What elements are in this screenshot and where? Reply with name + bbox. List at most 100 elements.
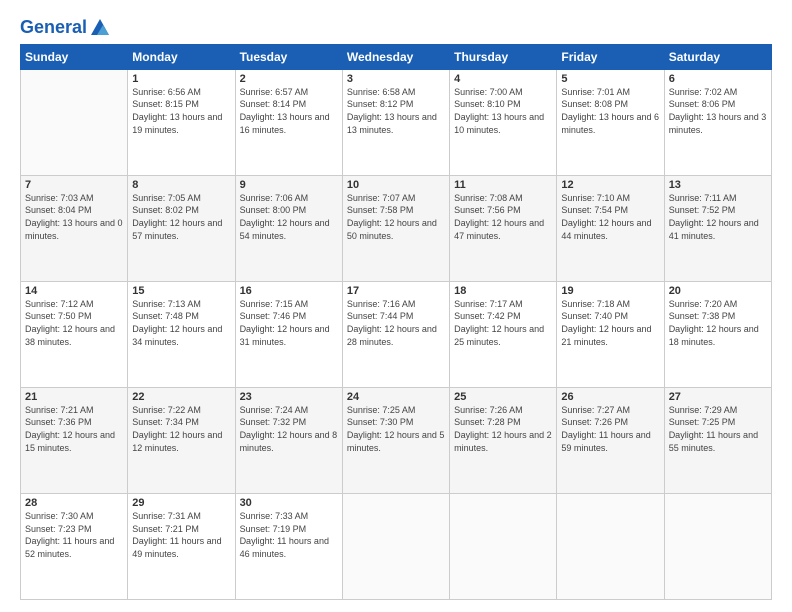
calendar-week-row: 28Sunrise: 7:30 AMSunset: 7:23 PMDayligh… <box>21 493 772 599</box>
day-info: Sunrise: 7:22 AMSunset: 7:34 PMDaylight:… <box>132 404 230 454</box>
day-info: Sunrise: 7:03 AMSunset: 8:04 PMDaylight:… <box>25 192 123 242</box>
day-info: Sunrise: 7:01 AMSunset: 8:08 PMDaylight:… <box>561 86 659 136</box>
day-info: Sunrise: 7:05 AMSunset: 8:02 PMDaylight:… <box>132 192 230 242</box>
calendar-cell: 10Sunrise: 7:07 AMSunset: 7:58 PMDayligh… <box>342 175 449 281</box>
day-number: 20 <box>669 285 767 297</box>
calendar-day-header: Tuesday <box>235 44 342 69</box>
day-number: 9 <box>240 179 338 191</box>
day-info: Sunrise: 7:33 AMSunset: 7:19 PMDaylight:… <box>240 510 338 560</box>
day-number: 22 <box>132 391 230 403</box>
calendar-cell: 18Sunrise: 7:17 AMSunset: 7:42 PMDayligh… <box>450 281 557 387</box>
day-number: 27 <box>669 391 767 403</box>
day-number: 1 <box>132 73 230 85</box>
day-info: Sunrise: 7:07 AMSunset: 7:58 PMDaylight:… <box>347 192 445 242</box>
day-info: Sunrise: 7:20 AMSunset: 7:38 PMDaylight:… <box>669 298 767 348</box>
day-info: Sunrise: 7:27 AMSunset: 7:26 PMDaylight:… <box>561 404 659 454</box>
day-info: Sunrise: 7:02 AMSunset: 8:06 PMDaylight:… <box>669 86 767 136</box>
calendar-cell: 30Sunrise: 7:33 AMSunset: 7:19 PMDayligh… <box>235 493 342 599</box>
calendar-cell: 1Sunrise: 6:56 AMSunset: 8:15 PMDaylight… <box>128 69 235 175</box>
calendar-cell: 16Sunrise: 7:15 AMSunset: 7:46 PMDayligh… <box>235 281 342 387</box>
day-info: Sunrise: 7:08 AMSunset: 7:56 PMDaylight:… <box>454 192 552 242</box>
day-info: Sunrise: 7:17 AMSunset: 7:42 PMDaylight:… <box>454 298 552 348</box>
day-number: 21 <box>25 391 123 403</box>
day-number: 25 <box>454 391 552 403</box>
calendar-cell: 3Sunrise: 6:58 AMSunset: 8:12 PMDaylight… <box>342 69 449 175</box>
day-info: Sunrise: 7:30 AMSunset: 7:23 PMDaylight:… <box>25 510 123 560</box>
day-number: 2 <box>240 73 338 85</box>
day-info: Sunrise: 7:16 AMSunset: 7:44 PMDaylight:… <box>347 298 445 348</box>
calendar-cell: 12Sunrise: 7:10 AMSunset: 7:54 PMDayligh… <box>557 175 664 281</box>
day-number: 23 <box>240 391 338 403</box>
calendar-day-header: Thursday <box>450 44 557 69</box>
day-number: 18 <box>454 285 552 297</box>
day-number: 10 <box>347 179 445 191</box>
day-number: 17 <box>347 285 445 297</box>
calendar-cell: 28Sunrise: 7:30 AMSunset: 7:23 PMDayligh… <box>21 493 128 599</box>
calendar-cell: 7Sunrise: 7:03 AMSunset: 8:04 PMDaylight… <box>21 175 128 281</box>
calendar-cell: 17Sunrise: 7:16 AMSunset: 7:44 PMDayligh… <box>342 281 449 387</box>
day-info: Sunrise: 6:57 AMSunset: 8:14 PMDaylight:… <box>240 86 338 136</box>
calendar-cell: 21Sunrise: 7:21 AMSunset: 7:36 PMDayligh… <box>21 387 128 493</box>
day-info: Sunrise: 7:00 AMSunset: 8:10 PMDaylight:… <box>454 86 552 136</box>
calendar-day-header: Wednesday <box>342 44 449 69</box>
day-info: Sunrise: 7:21 AMSunset: 7:36 PMDaylight:… <box>25 404 123 454</box>
day-number: 26 <box>561 391 659 403</box>
day-number: 3 <box>347 73 445 85</box>
calendar-cell: 24Sunrise: 7:25 AMSunset: 7:30 PMDayligh… <box>342 387 449 493</box>
calendar-cell <box>342 493 449 599</box>
day-number: 19 <box>561 285 659 297</box>
day-number: 7 <box>25 179 123 191</box>
calendar-cell <box>450 493 557 599</box>
day-number: 11 <box>454 179 552 191</box>
calendar-header-row: SundayMondayTuesdayWednesdayThursdayFrid… <box>21 44 772 69</box>
calendar-cell: 23Sunrise: 7:24 AMSunset: 7:32 PMDayligh… <box>235 387 342 493</box>
calendar-week-row: 14Sunrise: 7:12 AMSunset: 7:50 PMDayligh… <box>21 281 772 387</box>
day-info: Sunrise: 7:13 AMSunset: 7:48 PMDaylight:… <box>132 298 230 348</box>
calendar-cell: 27Sunrise: 7:29 AMSunset: 7:25 PMDayligh… <box>664 387 771 493</box>
day-number: 4 <box>454 73 552 85</box>
day-number: 15 <box>132 285 230 297</box>
day-number: 6 <box>669 73 767 85</box>
day-info: Sunrise: 7:10 AMSunset: 7:54 PMDaylight:… <box>561 192 659 242</box>
day-info: Sunrise: 7:29 AMSunset: 7:25 PMDaylight:… <box>669 404 767 454</box>
day-info: Sunrise: 7:06 AMSunset: 8:00 PMDaylight:… <box>240 192 338 242</box>
calendar-cell: 19Sunrise: 7:18 AMSunset: 7:40 PMDayligh… <box>557 281 664 387</box>
day-info: Sunrise: 7:31 AMSunset: 7:21 PMDaylight:… <box>132 510 230 560</box>
calendar-cell: 22Sunrise: 7:22 AMSunset: 7:34 PMDayligh… <box>128 387 235 493</box>
calendar-week-row: 1Sunrise: 6:56 AMSunset: 8:15 PMDaylight… <box>21 69 772 175</box>
calendar-cell: 11Sunrise: 7:08 AMSunset: 7:56 PMDayligh… <box>450 175 557 281</box>
calendar-cell: 29Sunrise: 7:31 AMSunset: 7:21 PMDayligh… <box>128 493 235 599</box>
day-info: Sunrise: 6:56 AMSunset: 8:15 PMDaylight:… <box>132 86 230 136</box>
calendar-week-row: 21Sunrise: 7:21 AMSunset: 7:36 PMDayligh… <box>21 387 772 493</box>
calendar-cell: 2Sunrise: 6:57 AMSunset: 8:14 PMDaylight… <box>235 69 342 175</box>
calendar-table: SundayMondayTuesdayWednesdayThursdayFrid… <box>20 44 772 600</box>
calendar-cell: 20Sunrise: 7:20 AMSunset: 7:38 PMDayligh… <box>664 281 771 387</box>
day-number: 29 <box>132 497 230 509</box>
day-info: Sunrise: 7:26 AMSunset: 7:28 PMDaylight:… <box>454 404 552 454</box>
calendar-day-header: Friday <box>557 44 664 69</box>
calendar-week-row: 7Sunrise: 7:03 AMSunset: 8:04 PMDaylight… <box>21 175 772 281</box>
calendar-day-header: Sunday <box>21 44 128 69</box>
page: General SundayMondayTuesdayWednesdayThur… <box>0 0 792 612</box>
day-info: Sunrise: 7:18 AMSunset: 7:40 PMDaylight:… <box>561 298 659 348</box>
calendar-cell: 5Sunrise: 7:01 AMSunset: 8:08 PMDaylight… <box>557 69 664 175</box>
calendar-cell: 13Sunrise: 7:11 AMSunset: 7:52 PMDayligh… <box>664 175 771 281</box>
calendar-cell: 14Sunrise: 7:12 AMSunset: 7:50 PMDayligh… <box>21 281 128 387</box>
day-number: 5 <box>561 73 659 85</box>
day-number: 30 <box>240 497 338 509</box>
day-number: 14 <box>25 285 123 297</box>
day-info: Sunrise: 7:11 AMSunset: 7:52 PMDaylight:… <box>669 192 767 242</box>
header: General <box>20 18 772 38</box>
day-number: 13 <box>669 179 767 191</box>
logo-icon <box>89 17 111 37</box>
calendar-cell: 4Sunrise: 7:00 AMSunset: 8:10 PMDaylight… <box>450 69 557 175</box>
day-info: Sunrise: 7:15 AMSunset: 7:46 PMDaylight:… <box>240 298 338 348</box>
calendar-cell <box>557 493 664 599</box>
calendar-cell: 8Sunrise: 7:05 AMSunset: 8:02 PMDaylight… <box>128 175 235 281</box>
calendar-cell: 25Sunrise: 7:26 AMSunset: 7:28 PMDayligh… <box>450 387 557 493</box>
day-info: Sunrise: 7:25 AMSunset: 7:30 PMDaylight:… <box>347 404 445 454</box>
calendar-day-header: Monday <box>128 44 235 69</box>
calendar-cell: 6Sunrise: 7:02 AMSunset: 8:06 PMDaylight… <box>664 69 771 175</box>
day-number: 16 <box>240 285 338 297</box>
calendar-cell: 26Sunrise: 7:27 AMSunset: 7:26 PMDayligh… <box>557 387 664 493</box>
